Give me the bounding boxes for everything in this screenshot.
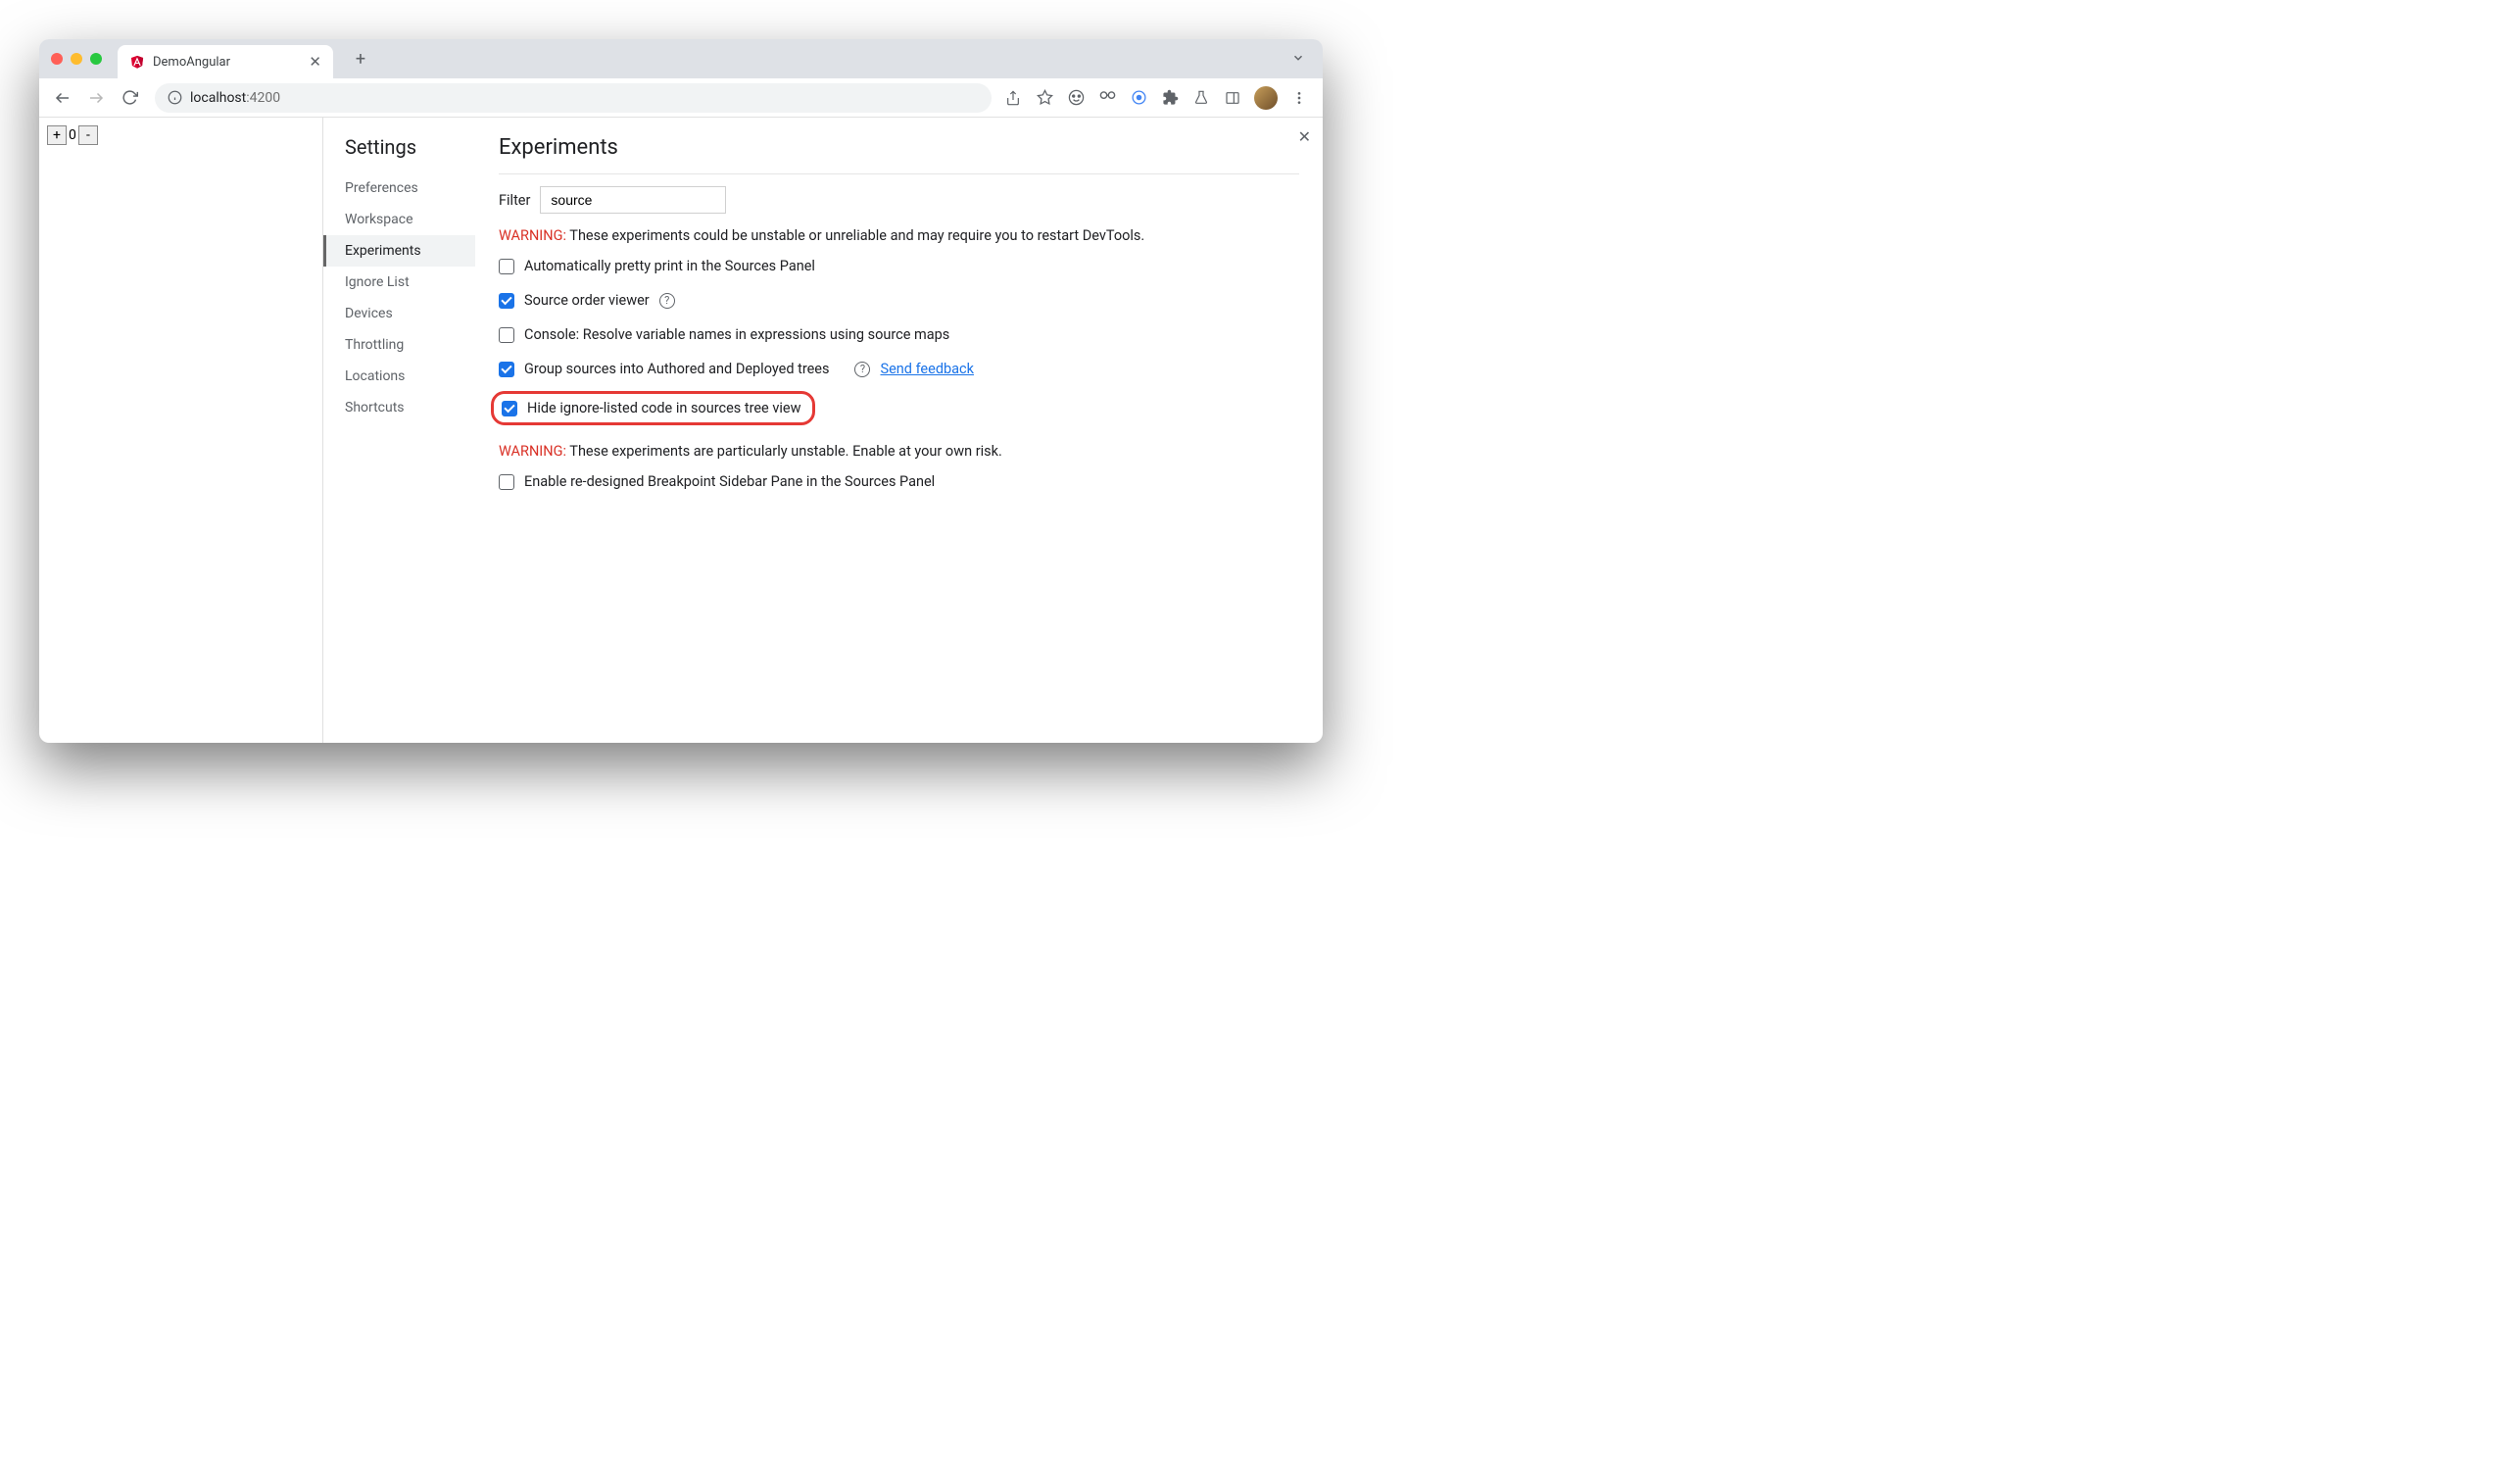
page-viewport: + 0 - bbox=[39, 118, 323, 743]
checkbox-pretty-print[interactable] bbox=[499, 259, 514, 274]
checkbox-source-order[interactable] bbox=[499, 293, 514, 309]
nav-workspace[interactable]: Workspace bbox=[345, 204, 475, 235]
extension-icon-2[interactable] bbox=[1097, 88, 1117, 108]
nav-experiments[interactable]: Experiments bbox=[323, 235, 475, 267]
bookmark-icon[interactable] bbox=[1035, 88, 1054, 108]
devtools-panel: ✕ Settings Preferences Workspace Experim… bbox=[323, 118, 1323, 743]
settings-nav: Preferences Workspace Experiments Ignore… bbox=[345, 172, 475, 423]
nav-locations[interactable]: Locations bbox=[345, 361, 475, 392]
checkbox-breakpoint-sidebar[interactable] bbox=[499, 474, 514, 490]
nav-ignore-list[interactable]: Ignore List bbox=[345, 267, 475, 298]
close-tab-button[interactable]: ✕ bbox=[309, 53, 321, 71]
settings-main: Experiments Filter WARNING: These experi… bbox=[475, 118, 1323, 743]
content-area: + 0 - ✕ Settings Preferences Workspace E… bbox=[39, 118, 1323, 743]
counter-widget: + 0 - bbox=[47, 125, 315, 145]
experiment-row-group-sources: Group sources into Authored and Deployed… bbox=[499, 361, 1299, 377]
back-button[interactable] bbox=[49, 84, 76, 112]
help-icon[interactable]: ? bbox=[854, 362, 870, 377]
close-window-button[interactable] bbox=[51, 53, 63, 65]
toolbar: localhost:4200 bbox=[39, 78, 1323, 118]
side-panel-icon[interactable] bbox=[1223, 88, 1242, 108]
checkbox-hide-ignore[interactable] bbox=[502, 401, 517, 416]
warning-1: WARNING: These experiments could be unst… bbox=[499, 227, 1299, 244]
profile-avatar[interactable] bbox=[1254, 86, 1278, 110]
experiment-label: Source order viewer bbox=[524, 292, 650, 309]
tab-title: DemoAngular bbox=[153, 55, 301, 70]
divider bbox=[499, 173, 1299, 174]
experiment-label: Hide ignore-listed code in sources tree … bbox=[527, 400, 800, 416]
experiment-label: Group sources into Authored and Deployed… bbox=[524, 361, 829, 377]
url-text: localhost:4200 bbox=[190, 90, 280, 106]
help-icon[interactable]: ? bbox=[659, 293, 675, 309]
angular-icon bbox=[129, 54, 145, 70]
extensions-icon[interactable] bbox=[1160, 88, 1180, 108]
send-feedback-link[interactable]: Send feedback bbox=[880, 361, 973, 377]
filter-input[interactable] bbox=[540, 186, 726, 214]
warning-label: WARNING: bbox=[499, 227, 566, 244]
share-icon[interactable] bbox=[1003, 88, 1023, 108]
experiments-heading: Experiments bbox=[499, 135, 1299, 160]
experiment-row-pretty-print: Automatically pretty print in the Source… bbox=[499, 258, 1299, 274]
experiment-label: Automatically pretty print in the Source… bbox=[524, 258, 815, 274]
maximize-window-button[interactable] bbox=[90, 53, 102, 65]
minimize-window-button[interactable] bbox=[71, 53, 82, 65]
warning-text: These experiments are particularly unsta… bbox=[566, 443, 1002, 460]
extension-icon-1[interactable] bbox=[1066, 88, 1086, 108]
settings-title: Settings bbox=[345, 135, 475, 159]
address-bar[interactable]: localhost:4200 bbox=[155, 83, 992, 113]
tabs-menu-button[interactable] bbox=[1285, 50, 1311, 69]
nav-shortcuts[interactable]: Shortcuts bbox=[345, 392, 475, 423]
extension-icon-3[interactable] bbox=[1129, 88, 1148, 108]
experiment-row-breakpoint-sidebar: Enable re-designed Breakpoint Sidebar Pa… bbox=[499, 473, 1299, 490]
experiment-row-console-resolve: Console: Resolve variable names in expre… bbox=[499, 326, 1299, 343]
browser-window: DemoAngular ✕ + localhost:4200 bbox=[39, 39, 1323, 743]
experiment-row-source-order: Source order viewer ? bbox=[499, 292, 1299, 309]
new-tab-button[interactable]: + bbox=[347, 45, 374, 73]
forward-button[interactable] bbox=[82, 84, 110, 112]
site-info-icon[interactable] bbox=[167, 90, 182, 106]
close-settings-button[interactable]: ✕ bbox=[1298, 127, 1311, 146]
checkbox-group-sources[interactable] bbox=[499, 362, 514, 377]
warning-text: These experiments could be unstable or u… bbox=[566, 227, 1144, 244]
warning-2: WARNING: These experiments are particula… bbox=[499, 443, 1299, 460]
browser-tab[interactable]: DemoAngular ✕ bbox=[118, 45, 333, 78]
titlebar: DemoAngular ✕ + bbox=[39, 39, 1323, 78]
experiment-label: Enable re-designed Breakpoint Sidebar Pa… bbox=[524, 473, 935, 490]
nav-devices[interactable]: Devices bbox=[345, 298, 475, 329]
experiment-row-hide-ignore: Hide ignore-listed code in sources tree … bbox=[499, 395, 1299, 443]
filter-row: Filter bbox=[499, 186, 1299, 214]
window-controls bbox=[51, 53, 102, 65]
checkbox-console-resolve[interactable] bbox=[499, 327, 514, 343]
counter-value: 0 bbox=[67, 127, 78, 143]
experiment-label: Console: Resolve variable names in expre… bbox=[524, 326, 949, 343]
labs-icon[interactable] bbox=[1191, 88, 1211, 108]
decrement-button[interactable]: - bbox=[78, 125, 98, 145]
filter-label: Filter bbox=[499, 192, 530, 209]
nav-throttling[interactable]: Throttling bbox=[345, 329, 475, 361]
highlight-annotation: Hide ignore-listed code in sources tree … bbox=[491, 391, 815, 425]
toolbar-actions bbox=[1003, 86, 1313, 110]
reload-button[interactable] bbox=[116, 84, 143, 112]
warning-label: WARNING: bbox=[499, 443, 566, 460]
increment-button[interactable]: + bbox=[47, 125, 67, 145]
settings-sidebar: Settings Preferences Workspace Experimen… bbox=[323, 118, 475, 743]
nav-preferences[interactable]: Preferences bbox=[345, 172, 475, 204]
menu-icon[interactable] bbox=[1289, 88, 1309, 108]
